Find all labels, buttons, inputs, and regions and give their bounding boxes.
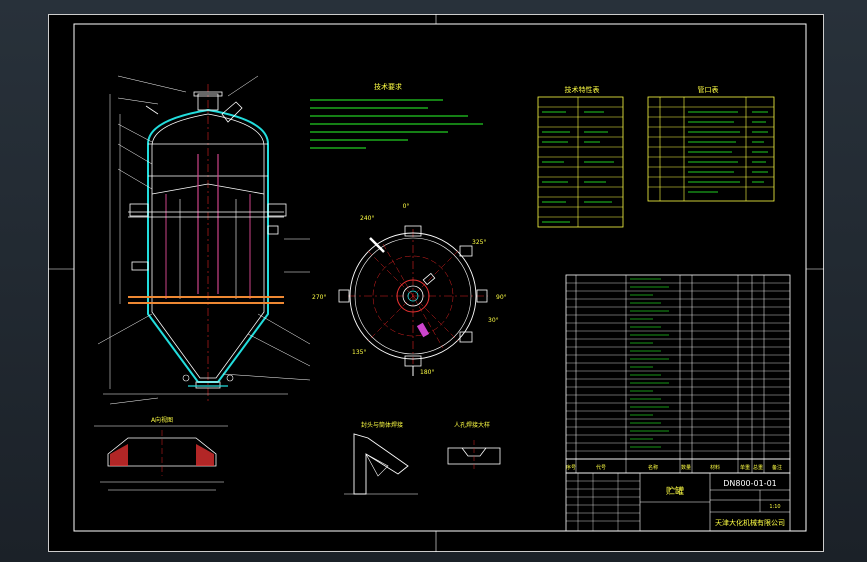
detail-c-title: 人孔焊接大样 bbox=[454, 421, 490, 429]
drawing-scale: 1:10 bbox=[769, 504, 780, 510]
bill-of-materials: 序号 代号 名称 数量 材料 单重 总重 备注 bbox=[565, 274, 791, 474]
nozzle-table-title: 管口表 bbox=[698, 85, 719, 94]
angle-240-label: 240° bbox=[360, 215, 374, 222]
drawing-number: DN800-01-01 bbox=[723, 479, 777, 488]
bom-header-code: 代号 bbox=[596, 464, 606, 471]
bom-header-qty: 数量 bbox=[681, 464, 691, 471]
cad-viewport[interactable]: 技术要求 技术特性表 管口表 0° 30° 90° 135° 180° 240°… bbox=[0, 0, 867, 562]
drawing-canvas: 技术要求 技术特性表 管口表 0° 30° 90° 135° 180° 240°… bbox=[48, 14, 824, 552]
technical-notes: 技术要求 bbox=[310, 82, 483, 149]
bom-header-material: 材料 bbox=[710, 464, 720, 471]
bom-header-name: 名称 bbox=[648, 464, 658, 471]
angle-135-label: 135° bbox=[352, 349, 366, 356]
angle-90-label: 90° bbox=[496, 294, 507, 301]
drawing-name: 贮罐 bbox=[666, 485, 684, 497]
top-view: 0° 30° 90° 135° 180° 240° 270° 325° bbox=[312, 203, 507, 376]
detail-c: 人孔焊接大样 bbox=[447, 421, 501, 470]
nozzle-table: 管口表 bbox=[647, 85, 775, 202]
detail-a-title: A向视图 bbox=[151, 416, 173, 424]
company-name: 天津大化机械有限公司 bbox=[715, 518, 785, 527]
detail-b-title: 封头与筒体焊接 bbox=[361, 421, 403, 429]
vessel-elevation bbox=[97, 75, 311, 405]
detail-b: 封头与筒体焊接 bbox=[344, 421, 418, 495]
notes-title: 技术要求 bbox=[374, 82, 402, 91]
angle-325-label: 325° bbox=[472, 239, 486, 246]
drawing-sheet: 技术要求 技术特性表 管口表 0° 30° 90° 135° 180° 240°… bbox=[48, 14, 824, 552]
angle-180-label: 180° bbox=[420, 369, 434, 376]
angle-270-label: 270° bbox=[312, 294, 326, 301]
bom-header-unit-weight: 单重 bbox=[740, 464, 750, 471]
bom-header-remarks: 备注 bbox=[772, 464, 782, 471]
bom-header-no: 序号 bbox=[566, 464, 576, 471]
angle-30-label: 30° bbox=[488, 317, 499, 324]
angle-0-label: 0° bbox=[403, 203, 410, 210]
bom-header-total-weight: 总重 bbox=[753, 464, 763, 471]
detail-a: A向视图 bbox=[94, 416, 228, 491]
title-block: 贮罐 DN800-01-01 1:10 天津大化机械有限公司 bbox=[565, 472, 791, 532]
tech-spec-table: 技术特性表 bbox=[537, 85, 624, 228]
tech-table-title: 技术特性表 bbox=[565, 85, 600, 94]
